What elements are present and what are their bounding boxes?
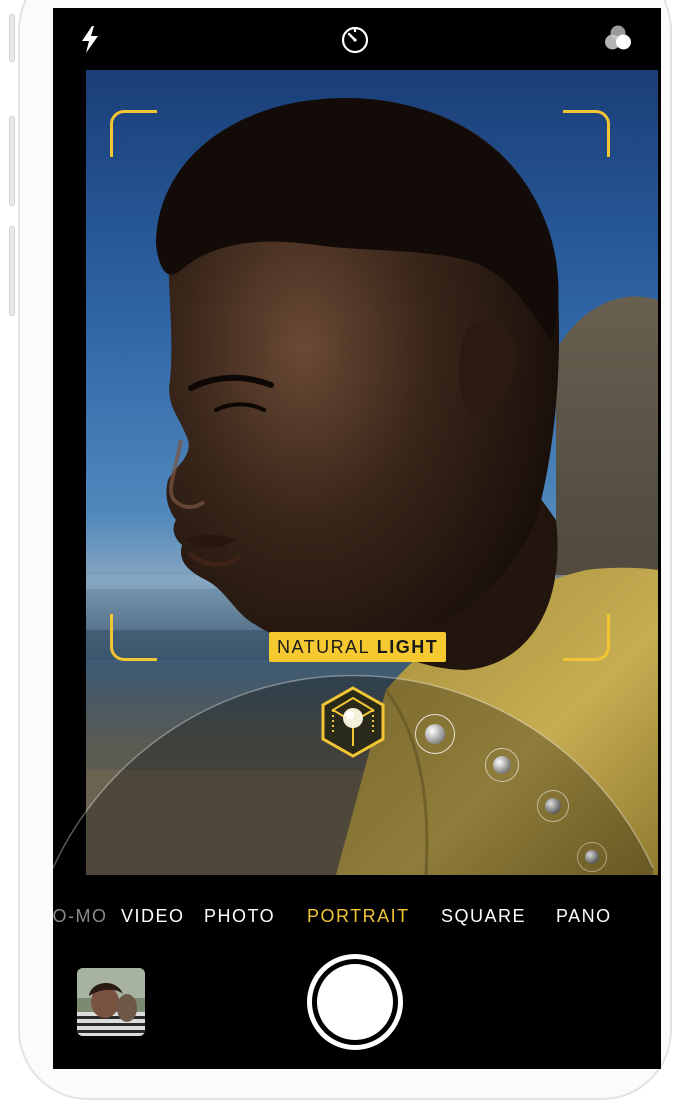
lighting-option-contour-light[interactable] bbox=[485, 748, 519, 782]
focus-frame-bottom-left bbox=[110, 614, 157, 661]
camera-screen: NATURAL LIGHT LO-MO VIDEO PHOTO PORTRAIT… bbox=[53, 8, 661, 1069]
focus-frame-bottom-right bbox=[563, 614, 610, 661]
shutter-button-inner bbox=[317, 964, 393, 1040]
filters-icon[interactable] bbox=[601, 22, 635, 56]
lighting-option-stage-light[interactable] bbox=[537, 790, 569, 822]
mode-portrait[interactable]: PORTRAIT bbox=[307, 906, 410, 927]
shutter-button[interactable] bbox=[307, 954, 403, 1050]
thumbnail-image bbox=[77, 968, 145, 1036]
mode-square[interactable]: SQUARE bbox=[441, 906, 526, 927]
cube-light-icon bbox=[321, 686, 385, 758]
volume-down-button bbox=[9, 226, 15, 316]
mode-slo-mo[interactable]: LO-MO bbox=[53, 906, 108, 927]
lighting-option-natural-light[interactable] bbox=[321, 686, 385, 758]
focus-frame-top-right bbox=[563, 110, 610, 157]
focus-frame-top-left bbox=[110, 110, 157, 157]
timer-icon[interactable] bbox=[338, 22, 372, 56]
lighting-effect-word-1: NATURAL bbox=[277, 637, 371, 657]
camera-bottom-bar bbox=[53, 936, 661, 1069]
lighting-option-studio-light[interactable] bbox=[415, 714, 455, 754]
lighting-effect-word-2: LIGHT bbox=[376, 637, 439, 657]
lighting-effect-label: NATURAL LIGHT bbox=[269, 632, 447, 662]
ring-silent-switch bbox=[9, 14, 15, 62]
camera-top-bar bbox=[53, 8, 661, 70]
flash-icon[interactable] bbox=[73, 22, 107, 56]
last-photo-thumbnail[interactable] bbox=[77, 968, 145, 1036]
camera-mode-selector: LO-MO VIDEO PHOTO PORTRAIT SQUARE PANO bbox=[53, 896, 661, 936]
volume-up-button bbox=[9, 116, 15, 206]
mode-video[interactable]: VIDEO bbox=[121, 906, 185, 927]
lighting-option-stage-light-mono[interactable] bbox=[577, 842, 607, 872]
mode-photo[interactable]: PHOTO bbox=[204, 906, 275, 927]
mode-pano[interactable]: PANO bbox=[556, 906, 612, 927]
